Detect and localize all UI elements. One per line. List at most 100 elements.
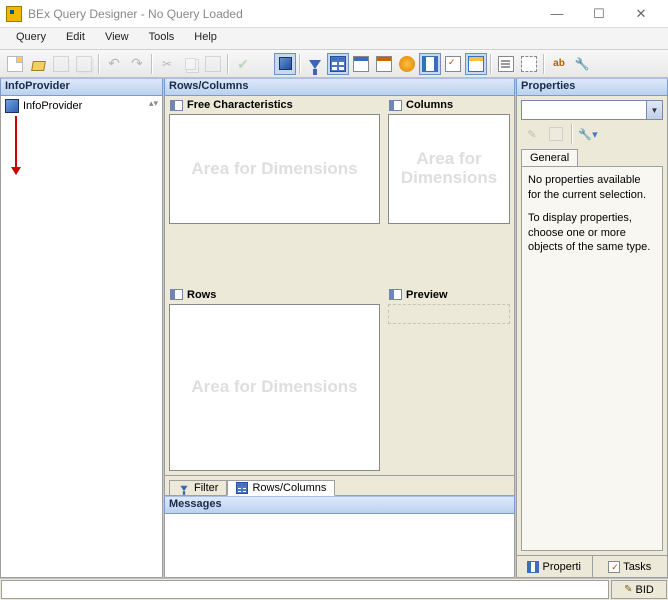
titlebar: BEx Query Designer - No Query Loaded — ☐… <box>0 0 668 28</box>
statusbar: ✎ BID <box>0 578 668 600</box>
paste-button[interactable] <box>202 53 224 75</box>
rows-columns-toggle[interactable] <box>327 53 349 75</box>
exceptions-button[interactable] <box>373 53 395 75</box>
properties-icon <box>527 561 539 573</box>
status-message <box>1 580 609 599</box>
rows-icon <box>170 289 183 300</box>
status-system[interactable]: ✎ BID <box>611 580 667 599</box>
toolbar-separator <box>490 54 492 74</box>
free-characteristics-head: Free Characteristics <box>165 96 384 114</box>
free-chars-label: Free Characteristics <box>187 99 293 111</box>
save-button[interactable] <box>50 53 72 75</box>
watermark-text: Area for Dimensions <box>191 378 357 397</box>
tab-rowscolumns-label: Rows/Columns <box>252 482 326 494</box>
maximize-button[interactable]: ☐ <box>578 2 620 26</box>
prop-save-button[interactable] <box>545 123 567 145</box>
menu-help[interactable]: Help <box>184 28 227 49</box>
tab-filter-label: Filter <box>194 482 218 494</box>
rows-area[interactable]: Area for Dimensions <box>169 304 380 472</box>
documents-button[interactable] <box>495 53 517 75</box>
tab-rowscolumns[interactable]: Rows/Columns <box>227 480 335 496</box>
tasks-icon <box>608 561 620 573</box>
rowscols-icon <box>236 482 248 494</box>
conditions-button[interactable] <box>396 53 418 75</box>
main-area: InfoProvider InfoProvider ▴▾ Rows/Column… <box>0 78 668 578</box>
properties-object-selector[interactable]: ▼ <box>521 100 663 120</box>
infoprovider-tree[interactable]: InfoProvider ▴▾ <box>0 96 163 578</box>
watermark-text: Area for Dimensions <box>191 160 357 179</box>
menu-edit[interactable]: Edit <box>56 28 95 49</box>
tab-tasks[interactable]: Tasks <box>593 556 668 577</box>
columns-area[interactable]: Area for Dimensions <box>388 114 510 224</box>
tab-properties[interactable]: Properti <box>517 556 593 577</box>
annotation-arrow <box>15 116 17 174</box>
where-used-button[interactable] <box>518 53 540 75</box>
properties-bottom-tabs: Properti Tasks <box>516 556 668 578</box>
undo-button[interactable]: ↶ <box>103 53 125 75</box>
preview-area[interactable] <box>388 304 510 324</box>
properties-panel: Properties ▼ ✎ 🔧▾ General No properties … <box>516 78 668 578</box>
rowscolumns-grid: Free Characteristics Columns Area for Di… <box>164 96 515 476</box>
redo-button[interactable]: ↷ <box>126 53 148 75</box>
menubar: Query Edit View Tools Help <box>0 28 668 50</box>
filter-icon <box>180 485 187 490</box>
infoprovider-toggle[interactable] <box>274 53 296 75</box>
open-query-button[interactable] <box>27 53 49 75</box>
status-system-label: BID <box>636 584 654 596</box>
messages-header: Messages <box>164 496 515 514</box>
tab-general[interactable]: General <box>521 149 578 166</box>
prop-edit-button[interactable]: ✎ <box>521 123 543 145</box>
properties-empty-line2: To display properties, choose one or mor… <box>528 211 656 256</box>
preview-icon <box>389 289 402 300</box>
properties-empty-line1: No properties available for the current … <box>528 173 656 203</box>
infoprovider-root-label: InfoProvider <box>23 100 82 112</box>
minimize-button[interactable]: — <box>536 2 578 26</box>
middle-column: Rows/Columns Free Characteristics Column… <box>164 78 516 578</box>
properties-toggle[interactable] <box>419 53 441 75</box>
columns-head: Columns <box>384 96 514 114</box>
prop-settings-button[interactable]: 🔧▾ <box>577 123 599 145</box>
messages-list[interactable] <box>164 514 515 578</box>
properties-body: ▼ ✎ 🔧▾ General No properties available f… <box>516 96 668 556</box>
tab-general-label: General <box>530 152 569 164</box>
app-icon <box>6 6 22 22</box>
messages-panel: Messages <box>164 496 515 578</box>
dropdown-icon[interactable]: ▼ <box>646 101 662 119</box>
filter-toggle[interactable] <box>304 53 326 75</box>
settings-button[interactable]: 🔧 <box>571 53 593 75</box>
toolbar-separator <box>151 54 153 74</box>
cells-button[interactable] <box>350 53 372 75</box>
close-button[interactable]: ✕ <box>620 2 662 26</box>
tab-tasks-label: Tasks <box>623 561 651 573</box>
columns-icon <box>389 100 402 111</box>
infoprovider-root-node[interactable]: InfoProvider ▴▾ <box>1 96 162 116</box>
properties-header: Properties <box>516 78 668 96</box>
toolbar-separator <box>543 54 545 74</box>
check-button[interactable]: ✔ <box>232 53 254 75</box>
infoprovider-panel: InfoProvider InfoProvider ▴▾ <box>0 78 164 578</box>
window-title: BEx Query Designer - No Query Loaded <box>28 7 536 21</box>
cut-button[interactable]: ✂ <box>156 53 178 75</box>
rowscolumns-header: Rows/Columns <box>164 78 515 96</box>
tab-properties-label: Properti <box>542 561 581 573</box>
rows-head: Rows <box>165 286 384 304</box>
menu-query[interactable]: Query <box>6 28 56 49</box>
messages-toggle[interactable] <box>465 53 487 75</box>
pencil-icon: ✎ <box>624 584 632 595</box>
free-characteristics-area[interactable]: Area for Dimensions <box>169 114 380 224</box>
save-as-button[interactable] <box>73 53 95 75</box>
free-chars-icon <box>170 100 183 111</box>
expand-collapse-icon[interactable]: ▴▾ <box>149 98 158 114</box>
properties-tabs: General <box>521 149 663 166</box>
preview-head: Preview <box>384 286 514 304</box>
menu-tools[interactable]: Tools <box>139 28 185 49</box>
toolbar-separator <box>299 54 301 74</box>
menu-view[interactable]: View <box>95 28 139 49</box>
new-query-button[interactable] <box>4 53 26 75</box>
tab-filter[interactable]: Filter <box>169 480 227 496</box>
copy-button[interactable] <box>179 53 201 75</box>
preview-label: Preview <box>406 289 448 301</box>
tasks-toggle[interactable] <box>442 53 464 75</box>
properties-content: No properties available for the current … <box>521 166 663 551</box>
technical-names-button[interactable]: ab <box>548 53 570 75</box>
